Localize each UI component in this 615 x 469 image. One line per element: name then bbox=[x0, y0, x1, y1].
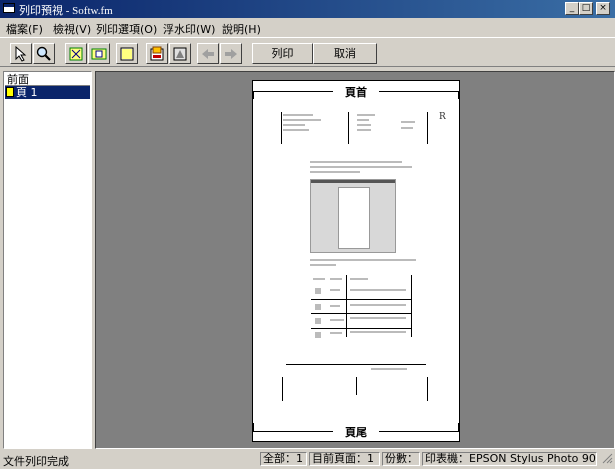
table-cell-icon bbox=[315, 332, 321, 338]
page-list-header: 前面 bbox=[5, 73, 90, 86]
table-cell-text bbox=[330, 319, 344, 321]
table-rule bbox=[411, 275, 412, 337]
header-tick-right bbox=[458, 91, 459, 99]
table-cell-text bbox=[350, 289, 406, 291]
menu-view[interactable]: 檢視(V) bbox=[53, 21, 91, 37]
blank-page-icon bbox=[120, 47, 134, 61]
page-footer-label: 頁尾 bbox=[345, 426, 367, 439]
body-text-line bbox=[310, 259, 416, 261]
menu-bar: 檔案(F) 檢視(V) 列印選項(O) 浮水印(W) 說明(H) bbox=[0, 18, 615, 36]
resize-grip-icon[interactable] bbox=[599, 452, 613, 466]
footer-rule-vertical bbox=[282, 377, 283, 401]
corner-mark: R bbox=[439, 112, 446, 122]
next-page-button[interactable] bbox=[220, 43, 242, 64]
title-bar: 列印預視 - Softw.fm _ □ × bbox=[0, 0, 615, 18]
table-cell-text bbox=[330, 278, 342, 280]
body-text-line bbox=[310, 264, 336, 266]
table-row-rule bbox=[311, 313, 411, 314]
page-icon bbox=[6, 87, 14, 97]
zoom-button[interactable] bbox=[33, 43, 55, 64]
cancel-button[interactable]: 取消 bbox=[313, 43, 377, 64]
select-button[interactable] bbox=[10, 43, 32, 64]
page-header-label: 頁首 bbox=[345, 86, 367, 99]
table-cell-icon bbox=[315, 288, 321, 294]
table-cell-text bbox=[313, 278, 325, 280]
single-page-button[interactable] bbox=[116, 43, 138, 64]
next-page-icon bbox=[225, 49, 237, 59]
table-cell-text bbox=[330, 332, 342, 334]
status-current-page: 目前頁面：1 bbox=[309, 452, 380, 466]
info-rule-3 bbox=[427, 112, 428, 144]
info-text-line bbox=[357, 124, 371, 126]
figure-page bbox=[338, 187, 370, 249]
page-list-panel: 前面 頁 1 bbox=[3, 71, 92, 449]
maximize-icon: □ bbox=[581, 3, 591, 13]
footer-rule-vertical bbox=[427, 377, 428, 401]
preview-area[interactable]: 頁首 R 頁尾 bbox=[95, 71, 615, 449]
info-text-line bbox=[283, 129, 309, 131]
footer-rule bbox=[286, 364, 426, 365]
select-arrow-icon bbox=[15, 46, 27, 62]
prev-page-icon bbox=[202, 49, 214, 59]
menu-print-options[interactable]: 列印選項(O) bbox=[96, 21, 157, 37]
page-setup-button[interactable] bbox=[146, 43, 168, 64]
footer-rule-vertical bbox=[356, 377, 357, 395]
page-list-item-label: 頁 1 bbox=[16, 86, 38, 99]
app-icon bbox=[3, 3, 15, 13]
close-icon: × bbox=[599, 3, 607, 13]
fit-width-icon bbox=[91, 48, 107, 60]
window-title: 列印預視 - Softw.fm bbox=[19, 5, 113, 17]
table-cell-text bbox=[350, 304, 406, 306]
table-cell-icon bbox=[315, 304, 321, 310]
info-text-line bbox=[283, 124, 305, 126]
menu-help[interactable]: 說明(H) bbox=[222, 21, 261, 37]
menu-file[interactable]: 檔案(F) bbox=[6, 21, 43, 37]
prev-page-button[interactable] bbox=[197, 43, 219, 64]
footer-text-line bbox=[371, 368, 407, 370]
header-tick-left bbox=[253, 91, 254, 99]
fit-width-button[interactable] bbox=[88, 43, 110, 64]
info-text-line bbox=[283, 119, 321, 121]
page-setup-icon bbox=[150, 46, 164, 61]
info-text-line bbox=[357, 119, 369, 121]
page-list-item[interactable]: 頁 1 bbox=[5, 86, 90, 99]
table-cell-text bbox=[330, 289, 340, 291]
watermark-icon bbox=[173, 47, 187, 61]
status-printer: 印表機：EPSON Stylus Photo 900 bbox=[422, 452, 597, 466]
info-rule-2 bbox=[348, 112, 349, 144]
page-preview: 頁首 R 頁尾 bbox=[252, 80, 460, 442]
table-row-rule bbox=[311, 299, 411, 300]
close-button[interactable]: × bbox=[596, 2, 610, 15]
minimize-button[interactable]: _ bbox=[565, 2, 579, 15]
status-bar: 文件列印完成 全部：1 目前頁面：1 份數：1 印表機：EPSON Stylus… bbox=[0, 450, 615, 468]
table-cell-text bbox=[350, 317, 406, 319]
watermark-button[interactable] bbox=[169, 43, 191, 64]
table-cell-text bbox=[350, 278, 368, 280]
maximize-button[interactable]: □ bbox=[579, 2, 593, 15]
body-text-line bbox=[310, 166, 412, 168]
body-text-line bbox=[310, 161, 402, 163]
body-text-line bbox=[310, 171, 360, 173]
zoom-icon bbox=[36, 46, 51, 61]
status-total: 全部：1 bbox=[260, 452, 307, 466]
info-text-line bbox=[283, 114, 313, 116]
table-cell-text bbox=[330, 305, 340, 307]
figure-titlebar bbox=[311, 180, 395, 183]
status-message: 文件列印完成 bbox=[3, 455, 69, 468]
print-button[interactable]: 列印 bbox=[252, 43, 313, 64]
info-rule-1 bbox=[281, 112, 282, 144]
info-text-line bbox=[401, 127, 413, 129]
table-cell-icon bbox=[315, 318, 321, 324]
info-text-line bbox=[357, 114, 375, 116]
menu-watermark[interactable]: 浮水印(W) bbox=[163, 21, 215, 37]
fit-page-button[interactable] bbox=[65, 43, 87, 64]
minimize-icon: _ bbox=[569, 3, 575, 13]
info-text-line bbox=[401, 121, 415, 123]
table-cell-text bbox=[350, 331, 406, 333]
fit-page-icon bbox=[69, 47, 83, 61]
info-text-line bbox=[357, 129, 371, 131]
status-copies: 份數：1 bbox=[382, 452, 420, 466]
toolbar: 列印 取消 bbox=[0, 37, 615, 67]
table-row-rule bbox=[311, 328, 411, 329]
